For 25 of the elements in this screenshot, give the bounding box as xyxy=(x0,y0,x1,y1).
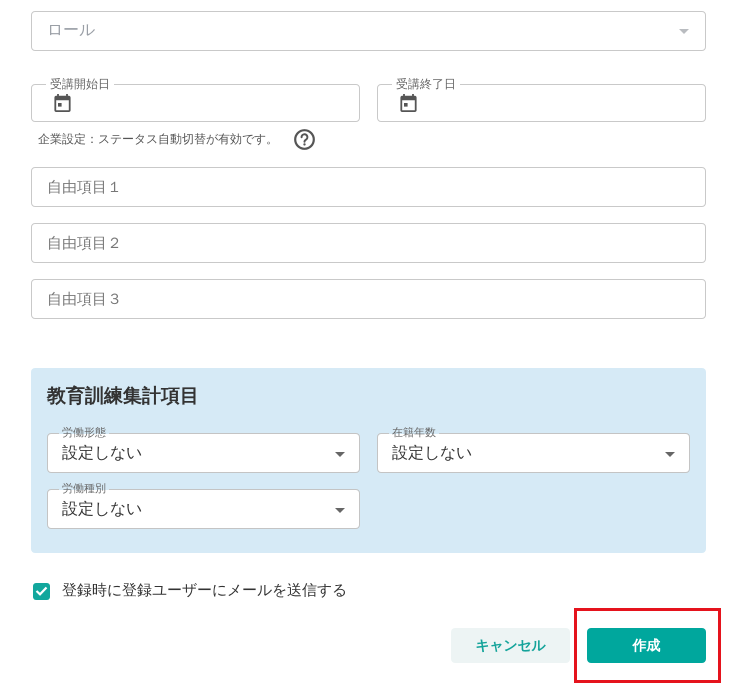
caret-icon xyxy=(679,28,689,34)
field-label: 労働形態 xyxy=(61,428,107,439)
field-label: 労働種別 xyxy=(61,484,107,495)
field-label: 受講終了日 xyxy=(395,78,457,90)
select-field[interactable]: 在籍年数 設定しない xyxy=(377,428,690,473)
select-field[interactable]: 労働形態 設定しない xyxy=(47,428,360,473)
checkbox-label: 登録時に登録ユーザーにメールを送信する xyxy=(62,580,347,601)
caret-icon xyxy=(335,508,345,512)
text-field[interactable]: 自由項目３ xyxy=(31,279,706,319)
note-text: 企業設定：ステータス自動切替が有効です。 xyxy=(38,131,278,148)
text-field[interactable]: 自由項目１ xyxy=(31,167,706,207)
caret-icon xyxy=(665,452,675,456)
select-field[interactable]: 労働種別 設定しない xyxy=(47,484,360,529)
calendar-icon xyxy=(54,94,71,112)
caret-icon xyxy=(335,452,345,456)
calendar-icon xyxy=(400,94,417,112)
date-field[interactable]: 受講終了日 xyxy=(377,78,706,122)
field-label: 在籍年数 xyxy=(391,428,437,439)
date-field[interactable]: 受講開始日 xyxy=(31,78,360,122)
panel-title: 教育訓練集計項目 xyxy=(47,384,200,409)
checkbox[interactable] xyxy=(33,582,50,600)
text-field[interactable]: 自由項目２ xyxy=(31,223,706,263)
help-icon[interactable] xyxy=(294,128,315,150)
create-button[interactable]: 作成 xyxy=(587,628,706,663)
field-label: 受講開始日 xyxy=(49,78,111,90)
